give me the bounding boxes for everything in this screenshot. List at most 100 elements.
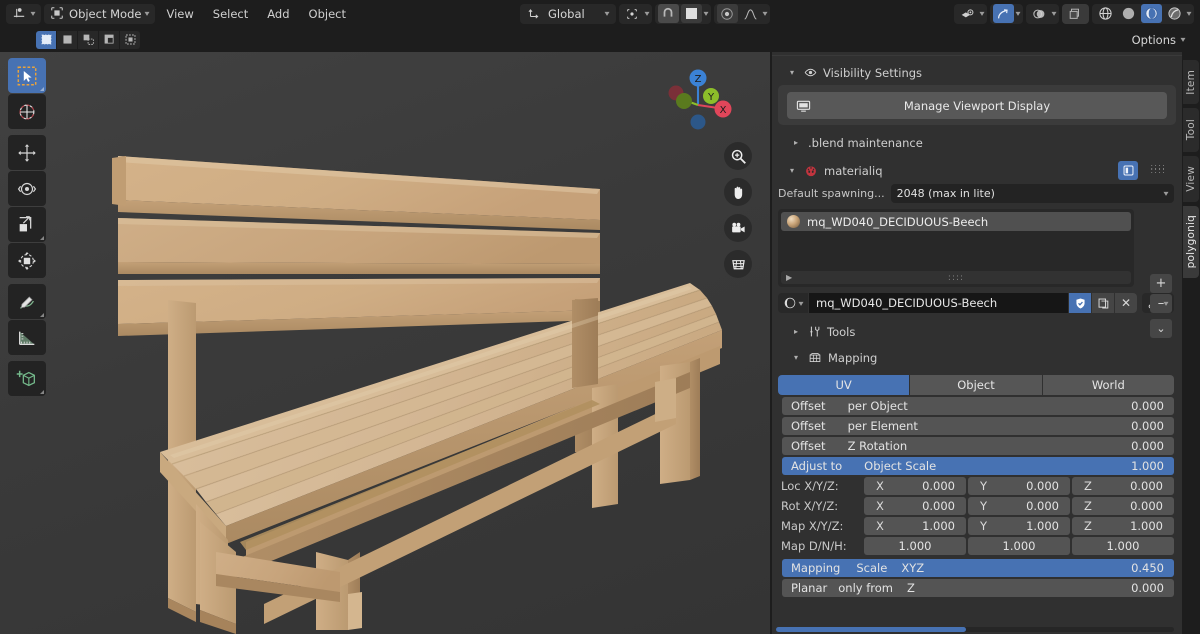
overlays-icon[interactable] (1029, 4, 1050, 23)
menu-object[interactable]: Object (301, 4, 354, 24)
solid-shading-icon[interactable] (1118, 4, 1139, 23)
tool-measure[interactable] (8, 320, 46, 355)
mapping-mode-world[interactable]: World (1042, 375, 1174, 395)
mapping-row-map-xyz[interactable]: Map X/Y/Z: X 1.000 Y 1.000 Z 1.000 (778, 517, 1174, 535)
new-material-copy-icon[interactable] (1092, 293, 1114, 313)
materialiq-header[interactable]: ▾ materialiq :::::::: (772, 160, 1182, 181)
chevron-down-icon[interactable]: ▾ (1051, 9, 1056, 18)
material-name-field[interactable]: mq_WD040_DECIDUOUS-Beech (809, 293, 1068, 313)
default-spawning-dropdown[interactable]: 2048 (max in lite) ▾ (890, 184, 1174, 203)
zoom-icon[interactable] (724, 142, 752, 170)
chevron-down-icon[interactable]: ▾ (979, 9, 984, 18)
select-box-icon[interactable] (36, 30, 56, 49)
sidebar-tab-item[interactable]: Item (1183, 60, 1199, 104)
sidebar-tab-tool[interactable]: Tool (1183, 108, 1199, 152)
editor-type-selector[interactable]: ▾ (6, 3, 42, 24)
navigation-gizmo[interactable]: Z Y X (660, 60, 736, 136)
material-slot-item[interactable]: mq_WD040_DECIDUOUS-Beech (781, 212, 1131, 231)
tool-add-cube[interactable] (8, 361, 46, 396)
tool-move[interactable] (8, 135, 46, 170)
add-material-button[interactable]: + (1150, 274, 1172, 293)
rot-z-field[interactable]: Z 0.000 (1072, 497, 1174, 515)
mapping-row-offset-per-element[interactable]: Offset per Element 0.000 (782, 417, 1174, 435)
mapping-row-map-dnh[interactable]: Map D/N/H: 1.000 1.000 1.000 (778, 537, 1174, 555)
proportional-falloff-icon[interactable] (740, 4, 761, 23)
tool-transform[interactable] (8, 243, 46, 278)
mapping-mode-uv[interactable]: UV (778, 375, 910, 395)
tool-cursor[interactable] (8, 94, 46, 129)
select-mode-group[interactable] (36, 30, 140, 49)
material-specials-button[interactable]: ⌄ (1150, 319, 1172, 338)
map-n-field[interactable]: 1.000 (968, 537, 1070, 555)
mapping-section-header[interactable]: ▾ Mapping (772, 347, 1182, 368)
viewport-toolbar[interactable] (8, 58, 46, 401)
3d-viewport[interactable]: Z Y X (0, 52, 770, 634)
expand-arrow-icon[interactable]: ▶ (786, 273, 792, 282)
tools-section-header[interactable]: ▸ Tools (772, 321, 1182, 342)
rendered-shading-icon[interactable] (1164, 4, 1185, 23)
chevron-down-icon[interactable]: ▾ (703, 9, 708, 18)
material-slot-list[interactable]: mq_WD040_DECIDUOUS-Beech ▶ :::: (778, 209, 1134, 287)
tool-scale[interactable] (8, 207, 46, 242)
snap-target-icon[interactable] (680, 4, 702, 23)
map-z-field[interactable]: Z 1.000 (1072, 517, 1174, 535)
sidebar-tab-polygoniq[interactable]: polygoniq (1183, 206, 1199, 278)
options-button[interactable]: Options ▾ (1125, 30, 1192, 49)
map-y-field[interactable]: Y 1.000 (968, 517, 1070, 535)
mapping-row-loc-xyz[interactable]: Loc X/Y/Z: X 0.000 Y 0.000 Z 0.000 (778, 477, 1174, 495)
menu-select[interactable]: Select (205, 4, 256, 24)
snapping-group[interactable]: ▾ (654, 3, 711, 24)
mapping-row-adjust-to-object-scale[interactable]: Adjust to Object Scale 1.000 (782, 457, 1174, 475)
n-panel-polygoniq[interactable]: ▾ Visibility Settings Manage Viewport Di… (772, 52, 1182, 634)
remove-material-button[interactable]: – (1150, 294, 1172, 313)
map-d-field[interactable]: 1.000 (864, 537, 966, 555)
resize-grip-icon[interactable]: :::: (948, 273, 964, 283)
mapping-mode-object[interactable]: Object (910, 375, 1042, 395)
rot-x-field[interactable]: X 0.000 (864, 497, 966, 515)
snap-magnet-icon[interactable] (657, 4, 679, 23)
panel-horizontal-scrollbar[interactable] (776, 627, 1174, 632)
menu-add[interactable]: Add (259, 4, 297, 24)
visibility-settings-header[interactable]: ▾ Visibility Settings (772, 62, 1182, 83)
rot-y-field[interactable]: Y 0.000 (968, 497, 1070, 515)
proportional-editing-group[interactable]: ▾ (713, 3, 770, 24)
toggle-perspective-icon[interactable] (724, 250, 752, 278)
browse-material-icon[interactable]: ▾ (778, 293, 808, 313)
unlink-material-icon[interactable]: ✕ (1115, 293, 1137, 313)
chevron-down-icon[interactable]: ▾ (1186, 9, 1191, 18)
overlays-group[interactable]: ▾ (1025, 3, 1059, 24)
mapping-row-rot-xyz[interactable]: Rot X/Y/Z: X 0.000 Y 0.000 Z 0.000 (778, 497, 1174, 515)
drag-grip-icon[interactable]: :::::::: (1150, 163, 1166, 175)
select-invert-icon[interactable] (120, 30, 140, 49)
xray-toggle-icon[interactable] (1065, 4, 1086, 23)
material-list-footer[interactable]: ▶ :::: (781, 271, 1131, 284)
tool-tweak-select-box[interactable] (8, 58, 46, 93)
object-visibility-group[interactable]: ▾ (953, 3, 987, 24)
menu-view[interactable]: View (158, 4, 201, 24)
shading-mode-group[interactable]: ▾ (1091, 3, 1194, 24)
pivot-point-group[interactable]: ▾ (618, 3, 652, 24)
loc-y-field[interactable]: Y 0.000 (968, 477, 1070, 495)
map-x-field[interactable]: X 1.000 (864, 517, 966, 535)
chevron-down-icon[interactable]: ▾ (762, 9, 767, 18)
select-extend-icon[interactable] (78, 30, 98, 49)
fake-user-shield-icon[interactable] (1069, 293, 1091, 313)
default-spawning-row[interactable]: Default spawning... 2048 (max in lite) ▾ (778, 184, 1174, 203)
proportional-edit-icon[interactable] (716, 4, 738, 23)
select-subtract-icon[interactable] (99, 30, 119, 49)
xray-group[interactable] (1061, 3, 1089, 24)
manage-viewport-display-button[interactable]: Manage Viewport Display (787, 92, 1167, 119)
tool-rotate[interactable] (8, 171, 46, 206)
object-visibility-icon[interactable] (957, 4, 978, 23)
chevron-down-icon[interactable]: ▾ (644, 9, 649, 18)
interaction-mode-selector[interactable]: Object Mode ▾ (44, 3, 156, 24)
camera-view-icon[interactable] (724, 214, 752, 242)
gizmo-group[interactable]: ▾ (989, 3, 1023, 24)
blend-maintenance-header[interactable]: ▸ .blend maintenance (772, 132, 1182, 153)
transform-orientation-selector[interactable]: Global ▾ (520, 3, 616, 24)
pan-hand-icon[interactable] (724, 178, 752, 206)
sidebar-tab-view[interactable]: View (1183, 156, 1199, 202)
select-set-icon[interactable] (57, 30, 77, 49)
tool-annotate[interactable] (8, 284, 46, 319)
chevron-down-icon[interactable]: ▾ (1015, 9, 1020, 18)
